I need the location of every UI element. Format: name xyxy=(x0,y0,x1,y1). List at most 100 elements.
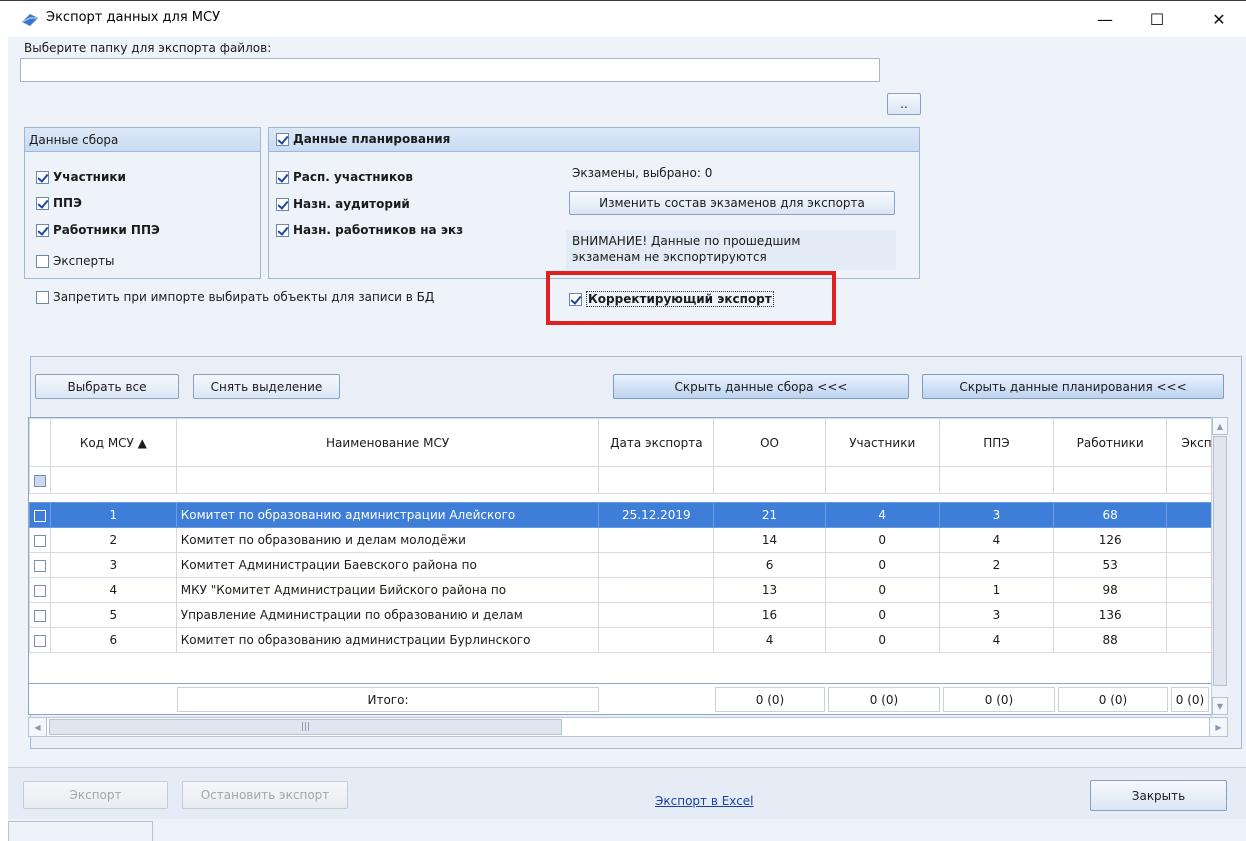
cell-name: Комитет по образованию и делам молодёжи xyxy=(175,527,600,553)
export-window: Экспорт данных для МСУ — ☐ ✕ Выберите па… xyxy=(0,0,1246,841)
col-header-oo[interactable]: ОО xyxy=(713,418,826,467)
col-header-name[interactable]: Наименование МСУ xyxy=(175,418,600,467)
col-header-ppe[interactable]: ППЭ xyxy=(938,418,1055,467)
minimize-icon: — xyxy=(1097,9,1113,29)
export-excel-link[interactable]: Экспорт в Excel xyxy=(655,794,754,808)
cell-name: Комитет по образованию администрации Бур… xyxy=(175,627,600,653)
checkbox-auditorium-assignment-box[interactable] xyxy=(276,197,289,211)
checkbox-ppe-workers-box[interactable] xyxy=(36,223,49,237)
checkbox-ppe-workers[interactable]: Работники ППЭ xyxy=(36,223,160,237)
cell-workers: 98 xyxy=(1053,577,1168,603)
filter-cell[interactable] xyxy=(175,466,600,494)
maximize-icon: ☐ xyxy=(1149,9,1165,29)
cell-code: 1 xyxy=(50,502,177,528)
checkbox-auditorium-assignment[interactable]: Назн. аудиторий xyxy=(276,197,410,211)
checkbox-participant-distribution-box[interactable] xyxy=(276,170,289,184)
hide-planning-data-button[interactable]: Скрыть данные планирования <<< xyxy=(922,374,1224,399)
cell-ppe: 3 xyxy=(938,602,1055,628)
scroll-up-icon[interactable]: ▲ xyxy=(1212,417,1228,435)
cell-participants: 0 xyxy=(824,627,940,653)
maximize-button[interactable]: ☐ xyxy=(1134,1,1180,37)
checkbox-participant-distribution[interactable]: Расп. участников xyxy=(276,170,413,184)
table-header-row: Код МСУ ▲ Наименование МСУ Дата экспорта… xyxy=(29,418,1227,467)
close-window-button[interactable]: ✕ xyxy=(1196,1,1242,37)
stop-export-button[interactable]: Остановить экспорт xyxy=(182,781,348,809)
checkbox-ppe-label: ППЭ xyxy=(53,196,82,210)
col-header-date[interactable]: Дата экспорта xyxy=(598,418,715,467)
filter-cell[interactable] xyxy=(713,466,826,494)
filter-row-checkbox[interactable] xyxy=(34,474,46,487)
filter-cell[interactable] xyxy=(938,466,1055,494)
cell-participants: 0 xyxy=(824,527,940,553)
browse-folder-button[interactable]: .. xyxy=(887,93,921,115)
deselect-button[interactable]: Снять выделение xyxy=(193,374,340,399)
checkbox-forbid-import-select[interactable]: Запретить при импорте выбирать объекты д… xyxy=(36,290,434,304)
cell-oo: 4 xyxy=(713,627,826,653)
table-row[interactable]: 1 Комитет по образованию администрации А… xyxy=(29,502,1227,528)
checkbox-ppe-box[interactable] xyxy=(36,196,49,210)
select-all-button[interactable]: Выбрать все xyxy=(35,374,179,399)
cell-date xyxy=(598,577,715,603)
folder-path-input[interactable] xyxy=(20,58,880,82)
vertical-scroll-thumb[interactable] xyxy=(1213,436,1227,686)
total-oo: 0 (0) xyxy=(715,687,825,712)
row-checkbox[interactable] xyxy=(34,584,46,597)
checkbox-worker-assignment-box[interactable] xyxy=(276,223,289,237)
hide-collection-data-button[interactable]: Скрыть данные сбора <<< xyxy=(613,374,909,399)
col-header-workers[interactable]: Работники xyxy=(1053,418,1168,467)
horizontal-scrollbar[interactable]: ◀ ||| ▶ xyxy=(28,717,1228,737)
horizontal-scroll-thumb[interactable]: ||| xyxy=(49,719,562,735)
checkbox-planning-data[interactable]: Данные планирования xyxy=(276,132,450,146)
col-header-participants[interactable]: Участники xyxy=(824,418,940,467)
cell-oo: 21 xyxy=(713,502,826,528)
scroll-left-icon[interactable]: ◀ xyxy=(29,718,47,736)
checkbox-ppe[interactable]: ППЭ xyxy=(36,196,82,210)
row-checkbox[interactable] xyxy=(34,509,46,522)
vertical-scrollbar[interactable]: ▲ ▼ xyxy=(1211,417,1228,717)
row-checkbox[interactable] xyxy=(34,534,46,547)
warning-text-line1: ВНИМАНИЕ! Данные по прошедшим xyxy=(572,234,801,248)
row-checkbox[interactable] xyxy=(34,559,46,572)
minimize-button[interactable]: — xyxy=(1082,1,1128,37)
export-button[interactable]: Экспорт xyxy=(23,781,168,809)
cell-participants: 4 xyxy=(824,502,940,528)
cell-oo: 14 xyxy=(713,527,826,553)
col-header-code[interactable]: Код МСУ ▲ xyxy=(50,418,177,467)
checkbox-participants-box[interactable] xyxy=(36,170,49,184)
checkbox-planning-data-box[interactable] xyxy=(276,132,289,146)
checkbox-forbid-import-select-label: Запретить при импорте выбирать объекты д… xyxy=(53,290,435,304)
checkbox-experts-label: Эксперты xyxy=(53,254,115,268)
table-row[interactable]: 6 Комитет по образованию администрации Б… xyxy=(29,627,1227,653)
checkbox-worker-assignment-label: Назн. работников на экз xyxy=(293,223,464,237)
cell-name: Комитет по образованию администрации Але… xyxy=(175,502,600,528)
filter-cell[interactable] xyxy=(824,466,940,494)
table-spacer-row xyxy=(30,494,1227,503)
checkbox-participants-label: Участники xyxy=(53,170,126,184)
table-row[interactable]: 4 МКУ "Комитет Администрации Бийского ра… xyxy=(29,577,1227,603)
change-exams-button[interactable]: Изменить состав экзаменов для экспорта xyxy=(569,191,895,215)
filter-cell[interactable] xyxy=(598,466,715,494)
checkbox-experts[interactable]: Эксперты xyxy=(36,254,115,268)
checkbox-worker-assignment[interactable]: Назн. работников на экз xyxy=(276,223,463,237)
warning-box: ВНИМАНИЕ! Данные по прошедшим экзаменам … xyxy=(566,230,896,270)
cell-date xyxy=(598,552,715,578)
checkbox-forbid-import-select-box[interactable] xyxy=(36,290,49,304)
cell-date: 25.12.2019 xyxy=(598,502,715,528)
cell-date xyxy=(598,602,715,628)
checkbox-experts-box[interactable] xyxy=(36,254,49,268)
totals-label: Итого: xyxy=(177,687,599,712)
scroll-right-icon[interactable]: ▶ xyxy=(1209,718,1227,736)
exams-selected-label: Экзамены, выбрано: 0 xyxy=(572,166,713,180)
scroll-down-icon[interactable]: ▼ xyxy=(1212,697,1228,715)
table-row[interactable]: 5 Управление Администрации по образовани… xyxy=(29,602,1227,628)
close-button[interactable]: Закрыть xyxy=(1090,780,1227,811)
row-checkbox[interactable] xyxy=(34,634,46,647)
filter-cell[interactable] xyxy=(1053,466,1168,494)
checkbox-participants[interactable]: Участники xyxy=(36,170,126,184)
cell-workers: 126 xyxy=(1053,527,1168,553)
cell-oo: 6 xyxy=(713,552,826,578)
row-checkbox[interactable] xyxy=(34,609,46,622)
table-row[interactable]: 3 Комитет Администрации Баевского района… xyxy=(29,552,1227,578)
table-row[interactable]: 2 Комитет по образованию и делам молодёж… xyxy=(29,527,1227,553)
filter-cell[interactable] xyxy=(50,466,177,494)
